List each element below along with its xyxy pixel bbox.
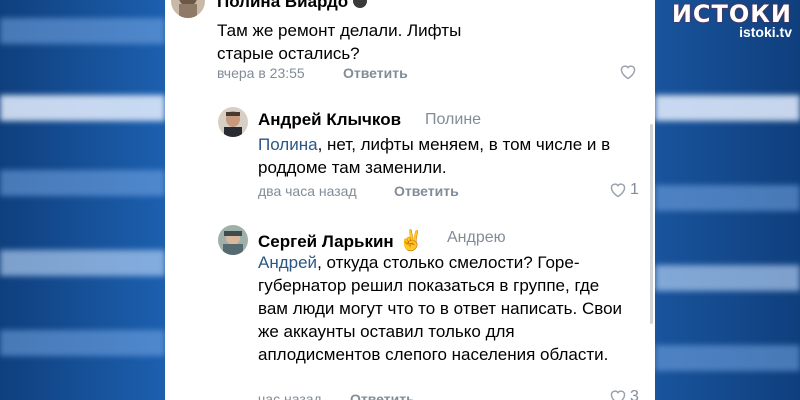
comment-author[interactable]: Андрей Клычков [258, 110, 401, 130]
background-stripe [0, 170, 165, 196]
mention-link[interactable]: Андрей [258, 253, 317, 272]
like-count: 3 [630, 388, 639, 400]
heart-icon [610, 183, 626, 198]
heart-icon [620, 65, 636, 80]
background-stripe [0, 95, 165, 121]
author-name[interactable]: Полина Виардо [217, 0, 348, 11]
scrollbar[interactable] [650, 124, 653, 324]
comment-time: два часа назад [258, 183, 357, 199]
reply-button[interactable]: Ответить [343, 65, 408, 81]
reply-button[interactable]: Ответить [350, 391, 415, 400]
like-button[interactable]: 3 [609, 388, 639, 400]
background-stripe [655, 345, 800, 371]
background-stripe [655, 265, 800, 291]
reply-target[interactable]: Андрею [447, 229, 506, 247]
background-stripe [0, 330, 165, 356]
comments-panel: Полина Виардо Там же ремонт делали. Лифт… [165, 0, 655, 400]
avatar[interactable] [218, 107, 248, 137]
comment-time: вчера в 23:55 [217, 65, 305, 81]
avatar[interactable] [171, 0, 205, 18]
background-stripe [0, 250, 165, 276]
moon-emoji-icon [352, 0, 367, 8]
background-stripe [0, 18, 165, 44]
comment: Полина Виардо Там же ремонт делали. Лифт… [165, 0, 655, 90]
comment-author[interactable]: Полина Виардо [217, 0, 367, 12]
reply-target[interactable]: Полине [425, 111, 481, 129]
like-button[interactable]: 1 [609, 181, 639, 199]
channel-logo: ИСТОКИ istoki.tv [672, 0, 792, 40]
background-stripe [655, 95, 800, 121]
comment-author[interactable]: Сергей Ларькин ✌ [258, 228, 423, 253]
comment-time: час назад [258, 391, 322, 400]
comment-text: Полина, нет, лифты меняем, в том числе и… [258, 133, 638, 179]
like-button[interactable] [619, 64, 637, 80]
comment-text: Там же ремонт делали. Лифты старые остал… [217, 21, 462, 63]
comment-text: Андрей, откуда столько смелости? Горе-гу… [258, 251, 630, 366]
like-count: 1 [630, 181, 639, 198]
heart-icon [610, 390, 626, 400]
mention-link[interactable]: Полина [258, 135, 318, 154]
victory-hand-icon: ✌ [398, 230, 424, 252]
author-name[interactable]: Сергей Ларькин [258, 232, 394, 251]
avatar[interactable] [218, 225, 248, 255]
background-stripe [655, 185, 800, 211]
reply-button[interactable]: Ответить [394, 183, 459, 199]
